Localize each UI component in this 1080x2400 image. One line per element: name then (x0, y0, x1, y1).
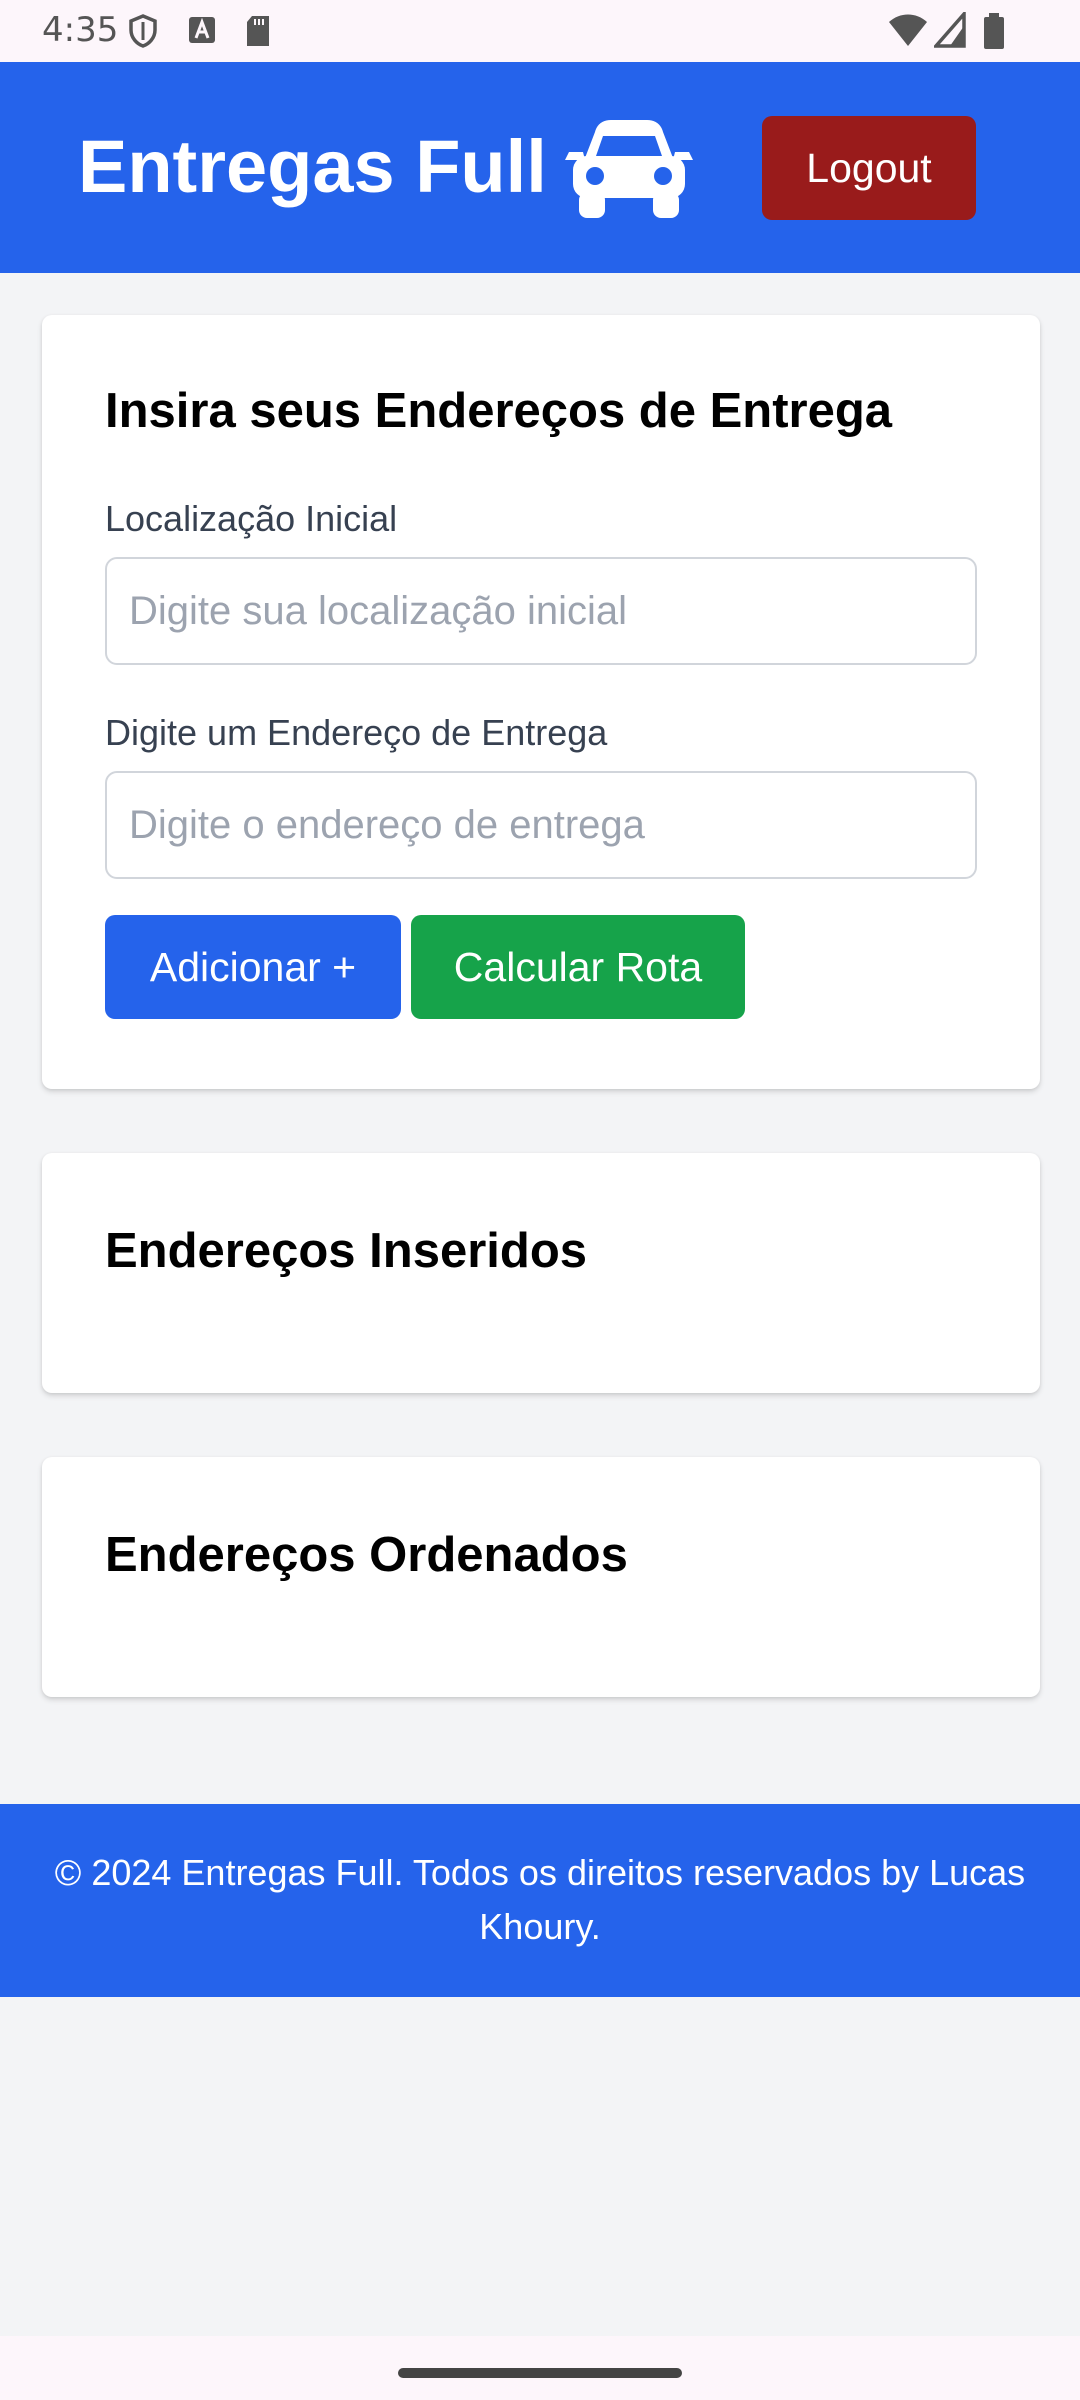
app-title: Entregas Full (78, 125, 547, 208)
address-form-title: Insira seus Endereços de Entrega (105, 384, 893, 438)
app-header: Entregas Full Logout (0, 62, 1080, 273)
ordered-addresses-title: Endereços Ordenados (105, 1528, 628, 1582)
car-icon (565, 116, 693, 225)
wifi-icon (888, 12, 928, 53)
gesture-nav-bar (0, 2336, 1080, 2400)
delivery-address-label: Digite um Endereço de Entrega (105, 712, 608, 753)
font-a-icon (188, 14, 216, 51)
add-address-button[interactable]: Adicionar + (105, 915, 401, 1019)
calculate-route-button[interactable]: Calcular Rota (411, 915, 745, 1019)
inserted-addresses-title: Endereços Inseridos (105, 1224, 588, 1278)
footer-copyright: © 2024 Entregas Full. Todos os direitos … (54, 1852, 1026, 1947)
sd-card-icon (244, 14, 272, 53)
page-footer: © 2024 Entregas Full. Todos os direitos … (0, 1804, 1080, 1997)
initial-location-label: Localização Inicial (105, 498, 398, 539)
battery-icon (982, 12, 1006, 55)
ordered-addresses-card: Endereços Ordenados (42, 1457, 1040, 1697)
shield-icon (128, 14, 158, 53)
initial-location-input[interactable] (105, 557, 977, 665)
signal-icon (932, 9, 966, 53)
status-time: 4:35 (42, 10, 119, 50)
inserted-addresses-card: Endereços Inseridos (42, 1153, 1040, 1393)
status-bar: 4:35 (0, 0, 1080, 62)
address-form-card: Insira seus Endereços de Entrega Localiz… (42, 315, 1040, 1089)
home-indicator[interactable] (398, 2368, 682, 2378)
delivery-address-input[interactable] (105, 771, 977, 879)
logout-button[interactable]: Logout (762, 116, 976, 220)
